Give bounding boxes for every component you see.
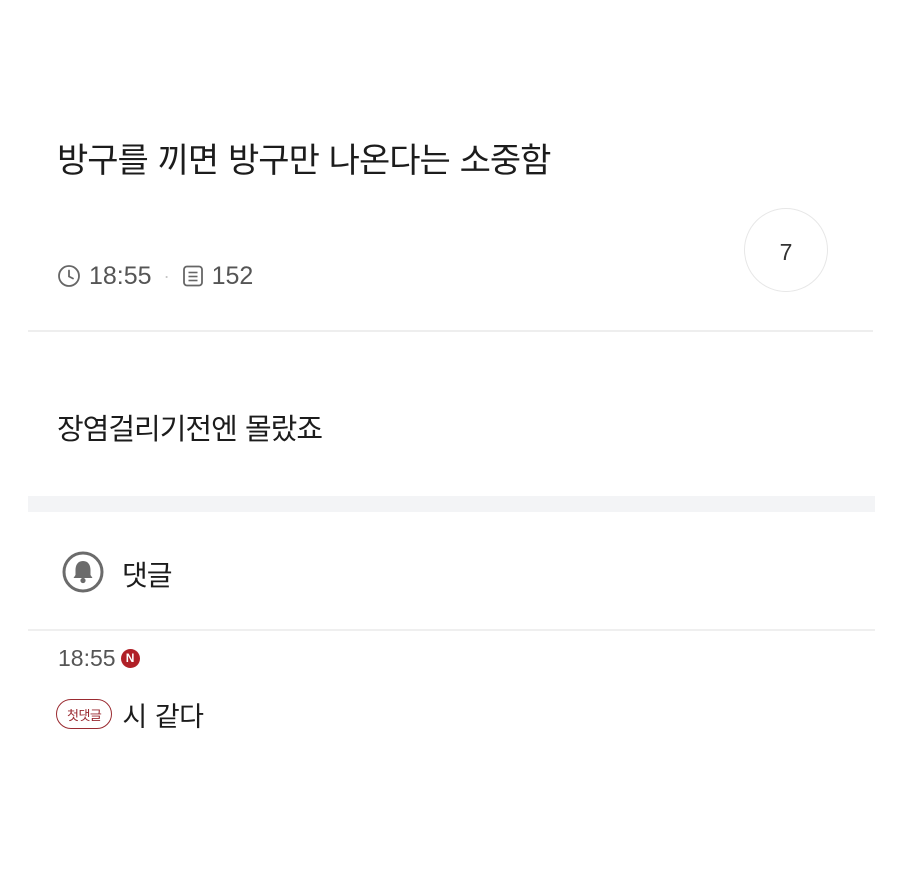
post-title: 방구를 끼면 방구만 나온다는 소중함 bbox=[57, 141, 551, 181]
comment-item: 첫댓글 시 같다 bbox=[56, 694, 204, 734]
views-icon bbox=[182, 264, 204, 288]
post-time: 18:55 bbox=[89, 261, 152, 290]
comment-meta: 18:55 N bbox=[58, 643, 140, 673]
view-count: 152 bbox=[211, 261, 254, 290]
new-badge: N bbox=[120, 648, 140, 668]
recommend-button[interactable]: 7 bbox=[744, 208, 828, 292]
post-meta: 18:55 · 152 bbox=[57, 259, 253, 293]
comments-header[interactable]: 댓글 bbox=[62, 551, 173, 597]
recommend-count: 7 bbox=[779, 239, 793, 265]
comments-divider bbox=[28, 629, 875, 631]
meta-separator: · bbox=[163, 265, 170, 286]
bell-icon[interactable] bbox=[62, 551, 104, 597]
section-separator bbox=[28, 496, 875, 512]
clock-icon bbox=[57, 264, 81, 288]
comment-time: 18:55 bbox=[58, 644, 116, 671]
title-divider bbox=[28, 330, 873, 332]
first-comment-tag: 첫댓글 bbox=[56, 699, 113, 729]
comments-label: 댓글 bbox=[122, 559, 173, 592]
post-body: 장염걸리기전엔 몰랐죠 bbox=[57, 412, 323, 446]
comment-text: 시 같다 bbox=[122, 701, 204, 733]
